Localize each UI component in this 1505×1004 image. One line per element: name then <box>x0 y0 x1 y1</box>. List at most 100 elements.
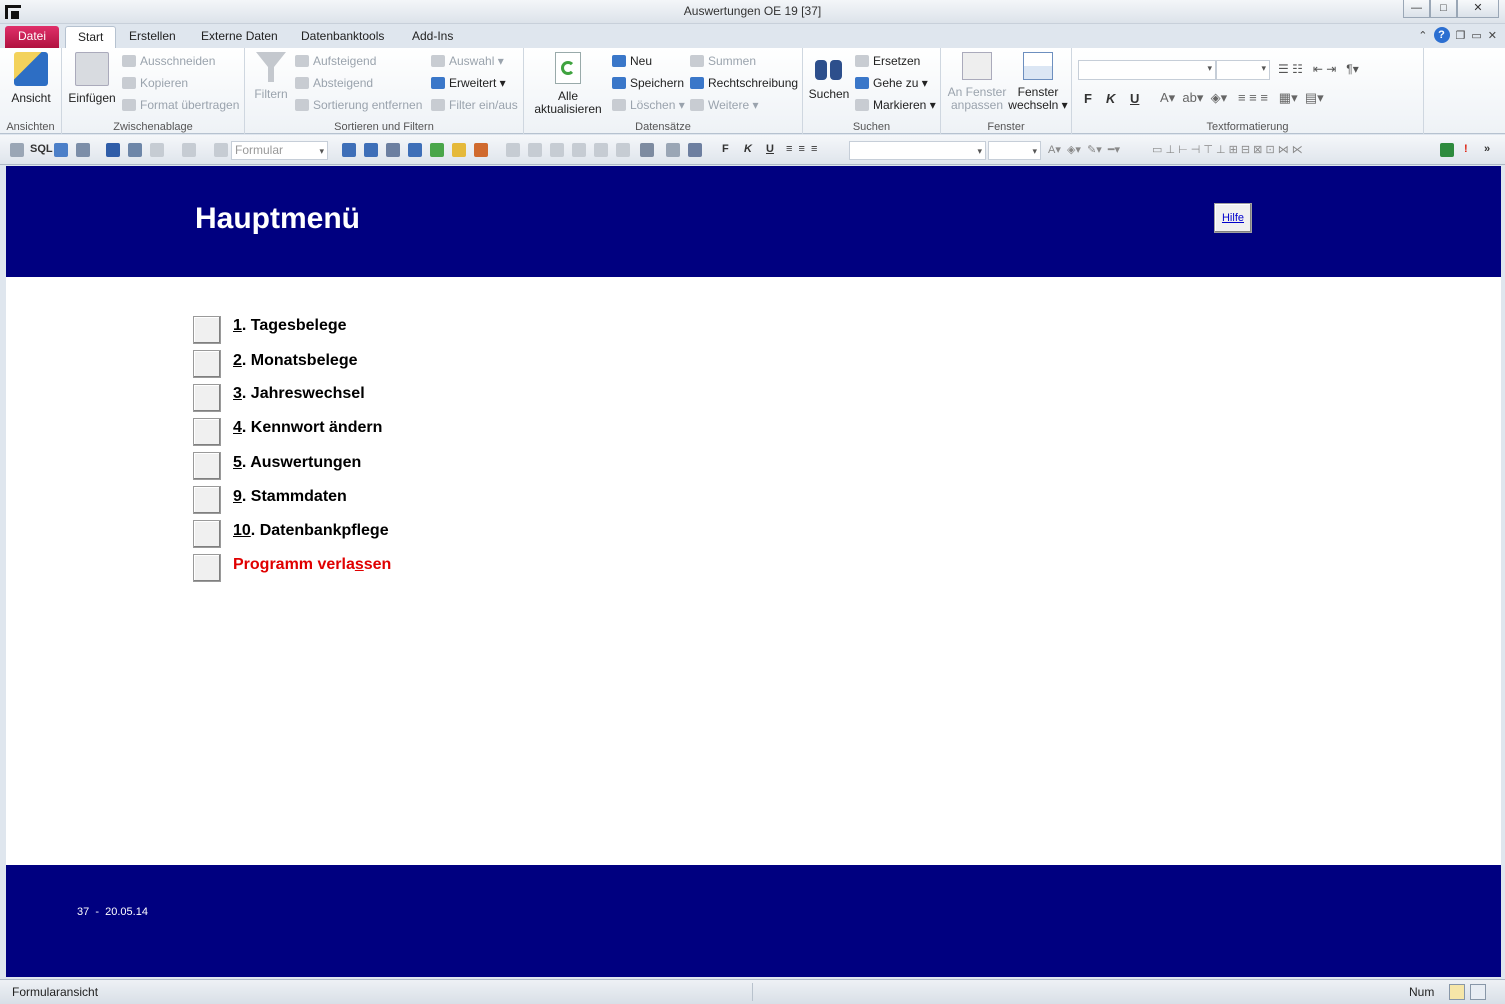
form-view-icon[interactable] <box>1449 984 1465 1000</box>
object-type-combo[interactable]: Formular <box>231 141 328 160</box>
sortierung-entfernen-button[interactable]: Sortierung entfernen <box>295 95 422 115</box>
toolbar-font-combo[interactable] <box>849 141 986 160</box>
toolbar-overflow-icon[interactable]: » <box>1484 143 1490 155</box>
filter-ein-aus-button[interactable]: Filter ein/aus <box>431 95 518 115</box>
rechtschreibung-button[interactable]: Rechtschreibung <box>690 73 798 93</box>
report-icon[interactable] <box>364 143 378 157</box>
menu-button-tagesbelege[interactable] <box>193 316 221 344</box>
close-button[interactable]: ✕ <box>1457 0 1499 18</box>
text-color-icons[interactable]: A▾ ab▾ ◈▾ ≡ ≡ ≡ ▦▾ ▤▾ <box>1160 90 1324 106</box>
einfuegen-button[interactable]: Einfügen <box>66 52 118 105</box>
toolbar-underline-button[interactable]: U <box>766 143 774 155</box>
menu-button-monatsbelege[interactable] <box>193 350 221 378</box>
align-icon-2[interactable] <box>528 143 542 157</box>
view-icon[interactable] <box>10 143 24 157</box>
align-icon-1[interactable] <box>506 143 520 157</box>
bold-button[interactable]: F <box>1084 91 1092 106</box>
query-icon[interactable] <box>386 143 400 157</box>
absteigend-button[interactable]: Absteigend <box>295 73 373 93</box>
module-icon[interactable] <box>430 143 444 157</box>
italic-button[interactable]: K <box>1106 91 1115 106</box>
save-as-icon[interactable] <box>128 143 142 157</box>
underline-button[interactable]: U <box>1130 91 1139 106</box>
maximize-button[interactable]: □ <box>1430 0 1457 18</box>
menu-label-monatsbelege[interactable]: 2. Monatsbelege <box>233 352 357 370</box>
loeschen-button[interactable]: Löschen ▾ <box>612 95 685 115</box>
menu-label-datenbankpflege[interactable]: 10. Datenbankpflege <box>233 522 389 540</box>
menu-button-auswertungen[interactable] <box>193 452 221 480</box>
chart-icon[interactable] <box>666 143 680 157</box>
sql-button[interactable]: SQL <box>30 143 53 155</box>
fenster-wechseln-button[interactable]: Fenster wechseln ▾ <box>1007 52 1069 112</box>
menu-label-tagesbelege[interactable]: 1. Tagesbelege <box>233 317 347 335</box>
toolbar-layout-icons[interactable]: ▭ ⊥ ⊢ ⊣ ⊤ ⊥ ⊞ ⊟ ⊠ ⊡ ⋈ ⋉ <box>1152 143 1303 156</box>
excel-icon[interactable] <box>1440 143 1454 157</box>
menu-label-jahreswechsel[interactable]: 3. Jahreswechsel <box>233 385 365 403</box>
menu-label-kennwort[interactable]: 4. Kennwort ändern <box>233 419 382 437</box>
design-icon[interactable] <box>54 143 68 157</box>
menu-button-datenbankpflege[interactable] <box>193 520 221 548</box>
design-view-icon[interactable] <box>1470 984 1486 1000</box>
redo-icon[interactable] <box>182 143 196 157</box>
tab-erstellen[interactable]: Erstellen <box>117 26 188 48</box>
list-icons[interactable]: ☰ ☷ ⇤ ⇥ ¶▾ <box>1278 62 1359 76</box>
tab-datenbanktools[interactable]: Datenbanktools <box>289 26 396 48</box>
filtern-button[interactable]: Filtern <box>249 52 293 101</box>
macro-icon[interactable] <box>452 143 466 157</box>
menu-label-auswertungen[interactable]: 5. Auswertungen <box>233 454 361 472</box>
wand-icon[interactable] <box>616 143 630 157</box>
save-icon[interactable] <box>106 143 120 157</box>
menu-label-stammdaten[interactable]: 9. Stammdaten <box>233 488 347 506</box>
toolbar-bold-button[interactable]: F <box>722 143 729 155</box>
aufsteigend-button[interactable]: Aufsteigend <box>295 51 376 71</box>
tab-datei[interactable]: Datei <box>5 26 59 48</box>
help-icon[interactable]: ? <box>1433 27 1450 43</box>
auswahl-button[interactable]: Auswahl ▾ <box>431 51 504 71</box>
font-name-combo[interactable] <box>1078 60 1216 80</box>
grid-icon[interactable] <box>550 143 564 157</box>
menu-button-stammdaten[interactable] <box>193 486 221 514</box>
tools-icon[interactable] <box>474 143 488 157</box>
weitere-button[interactable]: Weitere ▾ <box>690 95 759 115</box>
summen-button[interactable]: Summen <box>690 51 756 71</box>
size-icon[interactable] <box>572 143 586 157</box>
ansicht-button[interactable]: Ansicht <box>6 52 56 105</box>
toolbar-italic-button[interactable]: K <box>744 143 752 155</box>
ribbon-minimize-icon[interactable]: ⌃ <box>1418 29 1427 42</box>
brush-icon[interactable] <box>214 143 228 157</box>
layout-icon[interactable] <box>76 143 90 157</box>
toolbar-size-combo[interactable] <box>988 141 1041 160</box>
ausschneiden-button[interactable]: Ausschneiden <box>122 51 215 71</box>
table-icon[interactable] <box>408 143 422 157</box>
suchen-button[interactable]: Suchen <box>807 52 851 101</box>
markieren-button[interactable]: Markieren ▾ <box>855 95 936 115</box>
tab-add-ins[interactable]: Add-Ins <box>400 26 465 48</box>
ersetzen-button[interactable]: Ersetzen <box>855 51 920 71</box>
undo-icon[interactable] <box>150 143 164 157</box>
inner-restore-icon[interactable]: ▭ <box>1471 29 1481 42</box>
alert-icon[interactable]: ! <box>1464 143 1468 155</box>
tab-start[interactable]: Start <box>65 26 117 48</box>
kopieren-button[interactable]: Kopieren <box>122 73 188 93</box>
neu-button[interactable]: Neu <box>612 51 652 71</box>
alle-aktualisieren-button[interactable]: Alle aktualisieren <box>528 52 608 116</box>
tab-externe-daten[interactable]: Externe Daten <box>189 26 290 48</box>
group-icon[interactable] <box>594 143 608 157</box>
properties-icon[interactable] <box>640 143 654 157</box>
gehe-zu-button[interactable]: Gehe zu ▾ <box>855 73 928 93</box>
menu-label-programm-verlassen[interactable]: Programm verlassen <box>233 556 391 574</box>
restore-icon[interactable]: ❐ <box>1456 29 1466 42</box>
an-fenster-anpassen-button[interactable]: An Fenster anpassen <box>945 52 1009 112</box>
inner-close-icon[interactable]: ✕ <box>1488 29 1497 42</box>
form-icon[interactable] <box>342 143 356 157</box>
erweitert-button[interactable]: Erweitert ▾ <box>431 73 506 93</box>
minimize-button[interactable]: — <box>1403 0 1430 18</box>
speichern-button[interactable]: Speichern <box>612 73 684 93</box>
font-size-combo[interactable] <box>1216 60 1270 80</box>
toolbar-align-icons[interactable]: ≡ ≡ ≡ <box>786 143 817 155</box>
format-uebertragen-button[interactable]: Format übertragen <box>122 95 239 115</box>
toolbar-color-icons[interactable]: A▾ ◈▾ ✎▾ ━▾ <box>1048 143 1120 156</box>
menu-button-kennwort[interactable] <box>193 418 221 446</box>
menu-button-programm-verlassen[interactable] <box>193 554 221 582</box>
menu-button-jahreswechsel[interactable] <box>193 384 221 412</box>
